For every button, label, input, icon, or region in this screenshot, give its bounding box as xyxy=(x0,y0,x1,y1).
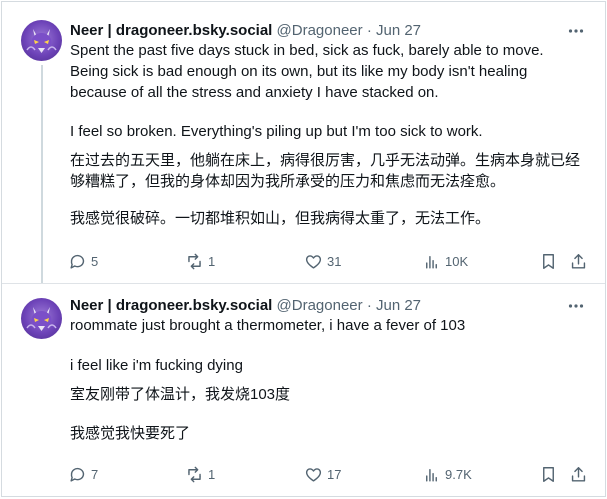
author-name[interactable]: Neer | dragoneer.bsky.social xyxy=(70,22,272,39)
tweet-text: roommate just brought a thermometer, i h… xyxy=(70,316,590,446)
action-bar: 7 1 17 9.7K xyxy=(2,462,605,486)
like-button[interactable]: 31 xyxy=(304,249,341,273)
header-separator: · xyxy=(366,297,372,314)
tweet-date[interactable]: Jun 27 xyxy=(376,297,421,314)
tweet-text: Spent the past five days stuck in bed, s… xyxy=(70,41,590,237)
reply-count: 7 xyxy=(91,466,99,482)
bar-chart-icon xyxy=(426,255,437,269)
repost-count: 1 xyxy=(208,466,216,482)
share-icon xyxy=(571,253,586,269)
text-line: I feel so broken. Everything's piling up… xyxy=(70,123,483,140)
share-button[interactable] xyxy=(569,249,588,273)
tweet[interactable]: Neer | dragoneer.bsky.social @Dragoneer … xyxy=(2,2,605,283)
more-horizontal-icon xyxy=(568,29,584,33)
text-line: roommate just brought a thermometer, i h… xyxy=(70,317,466,334)
reply-count: 5 xyxy=(91,253,99,269)
repost-button[interactable]: 1 xyxy=(185,249,215,273)
views-button[interactable]: 9.7K xyxy=(422,462,472,486)
action-bar: 5 1 31 10K xyxy=(2,249,605,273)
repost-count: 1 xyxy=(208,253,216,269)
text-line: Being sick is bad enough on its own, but… xyxy=(70,63,528,80)
tweet-header: Neer | dragoneer.bsky.social @Dragoneer … xyxy=(70,21,421,41)
views-button[interactable]: 10K xyxy=(422,249,468,273)
more-options-button[interactable] xyxy=(567,297,585,315)
more-horizontal-icon xyxy=(568,304,584,308)
like-button[interactable]: 17 xyxy=(304,462,341,486)
bookmark-icon xyxy=(543,466,554,482)
avatar[interactable] xyxy=(21,20,62,61)
views-count: 10K xyxy=(445,253,469,269)
bookmark-button[interactable] xyxy=(539,249,558,273)
text-line: 在过去的五天里，他躺在床上，病得很厉害，几乎无法动弹。生病本身就已经 xyxy=(70,152,581,169)
bookmark-button[interactable] xyxy=(539,462,558,486)
text-line: because of all the stress and anxiety I … xyxy=(70,84,439,101)
tweet-header: Neer | dragoneer.bsky.social @Dragoneer … xyxy=(70,296,421,316)
heart-icon xyxy=(305,254,322,269)
tweet[interactable]: Neer | dragoneer.bsky.social @Dragoneer … xyxy=(2,283,605,497)
reply-button[interactable]: 7 xyxy=(68,462,98,486)
like-count: 17 xyxy=(327,466,342,482)
author-handle[interactable]: @Dragoneer xyxy=(277,22,363,39)
tweet-date[interactable]: Jun 27 xyxy=(376,22,421,39)
share-button[interactable] xyxy=(569,462,588,486)
heart-icon xyxy=(305,467,322,482)
text-line: 够糟糕了，但我的身体却因为我所承受的压力和焦虑而无法痊愈。 xyxy=(70,173,506,190)
text-line: i feel like i'm fucking dying xyxy=(70,357,243,374)
text-line: Spent the past five days stuck in bed, s… xyxy=(70,42,544,59)
thread: Neer | dragoneer.bsky.social @Dragoneer … xyxy=(1,1,606,497)
text-line: 我感觉很破碎。一切都堆积如山，但我病得太重了，无法工作。 xyxy=(70,210,491,227)
text-line: 我感觉我快要死了 xyxy=(70,425,191,442)
like-count: 31 xyxy=(327,253,342,269)
dragon-avatar-image xyxy=(26,307,57,331)
reply-icon xyxy=(70,467,85,482)
author-name[interactable]: Neer | dragoneer.bsky.social xyxy=(70,297,272,314)
author-handle[interactable]: @Dragoneer xyxy=(277,297,363,314)
reply-icon xyxy=(70,254,85,269)
dragon-avatar-image xyxy=(26,29,57,53)
repost-icon xyxy=(188,253,201,269)
avatar[interactable] xyxy=(21,298,62,339)
bar-chart-icon xyxy=(426,468,437,482)
views-count: 9.7K xyxy=(445,466,472,482)
more-options-button[interactable] xyxy=(567,22,585,40)
header-separator: · xyxy=(366,22,372,39)
text-line: 室友刚带了体温计，我发烧103度 xyxy=(70,386,291,403)
repost-icon xyxy=(188,466,201,482)
bookmark-icon xyxy=(543,253,554,269)
repost-button[interactable]: 1 xyxy=(185,462,215,486)
share-icon xyxy=(571,466,586,482)
reply-button[interactable]: 5 xyxy=(68,249,98,273)
